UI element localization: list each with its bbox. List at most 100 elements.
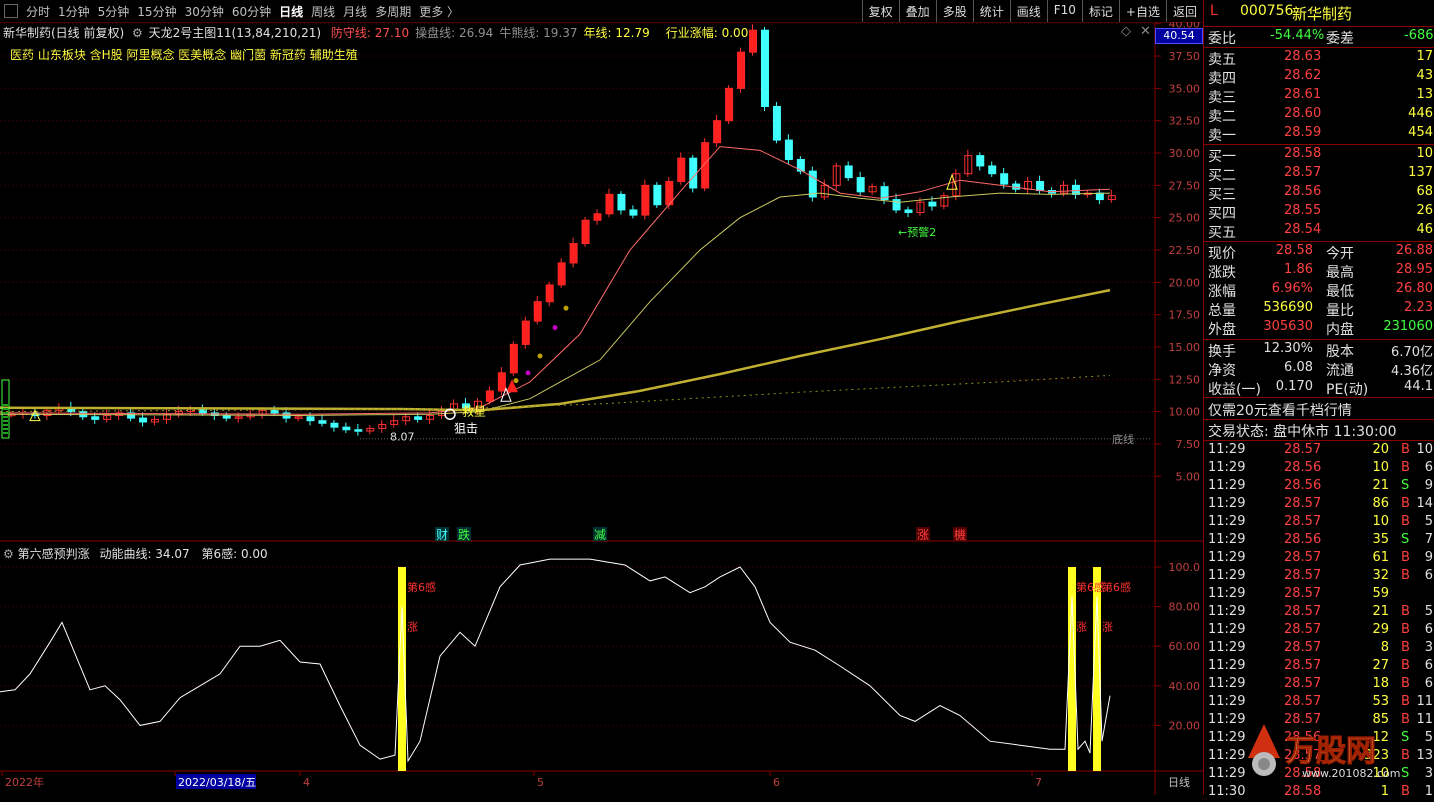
- stat-value: 6.70亿: [1391, 345, 1433, 360]
- watermark: 万股网 www.201082.com: [1244, 722, 1434, 792]
- period-tab[interactable]: 多周期: [371, 3, 415, 20]
- stat-label: 换手: [1208, 344, 1236, 360]
- event-label[interactable]: 减: [594, 528, 606, 542]
- weibi-label: 委比: [1208, 31, 1236, 47]
- bid-row[interactable]: 买五 28.54 46: [1204, 222, 1434, 241]
- gauge-tick: [3, 432, 8, 434]
- candle-down: [354, 429, 363, 432]
- quote-stat-row: 现价 28.58 今开 26.88: [1204, 243, 1434, 262]
- period-tab[interactable]: 分时: [22, 3, 54, 20]
- period-tab[interactable]: 60分钟: [228, 3, 275, 20]
- quote-stat-row: 涨跌 1.86 最高 28.95: [1204, 262, 1434, 281]
- candle-down: [1071, 184, 1080, 195]
- price-tick-label: 22.50: [1169, 244, 1201, 257]
- ask-row[interactable]: 卖五 28.63 17: [1204, 49, 1434, 68]
- tick-volume: 59: [1372, 586, 1389, 601]
- tick-price: 28.57: [1284, 640, 1322, 655]
- tick-price: 28.57: [1284, 604, 1322, 619]
- event-label[interactable]: 機: [954, 527, 966, 542]
- period-tab[interactable]: 月线: [339, 3, 371, 20]
- tick-row: 11:29 28.57 61 B 9: [1204, 550, 1434, 568]
- tick-side: B: [1401, 604, 1410, 619]
- tool-button[interactable]: 复权: [861, 0, 899, 22]
- tick-time: 11:29: [1208, 514, 1246, 529]
- candle-down: [928, 201, 937, 207]
- bid-row[interactable]: 买一 28.58 10: [1204, 146, 1434, 165]
- period-tab[interactable]: 更多 〉: [415, 3, 463, 20]
- tool-button[interactable]: 返回: [1165, 0, 1203, 22]
- stat-value: 6.96%: [1271, 281, 1313, 296]
- ask-row[interactable]: 卖一 28.59 454: [1204, 125, 1434, 144]
- indicator-chart[interactable]: 100.0 80.00 60.00 40.00 20.00 第6感涨 第6感涨 第6感涨: [0, 542, 1203, 772]
- gauge-tick: [3, 412, 8, 414]
- level-label: 买五: [1208, 225, 1236, 241]
- candle-down: [330, 422, 339, 428]
- tool-button[interactable]: F10: [1046, 0, 1082, 22]
- price-tick-label: 5.00: [1176, 470, 1201, 483]
- tick-side: B: [1401, 496, 1410, 511]
- gauge-tick: [3, 404, 8, 406]
- ask-row[interactable]: 卖二 28.60 446: [1204, 106, 1434, 125]
- period-tab[interactable]: 15分钟: [133, 3, 180, 20]
- tick-volume: 35: [1372, 532, 1389, 547]
- tick-row: 11:29 28.56 21 S 9: [1204, 478, 1434, 496]
- tick-side: B: [1401, 622, 1410, 637]
- tick-time: 11:29: [1208, 640, 1246, 655]
- tick-time: 11:29: [1208, 550, 1246, 565]
- ask-row[interactable]: 卖三 28.61 13: [1204, 87, 1434, 106]
- level-volume: 137: [1408, 165, 1433, 180]
- period-tab[interactable]: 1分钟: [54, 3, 94, 20]
- tick-price: 28.57: [1284, 550, 1322, 565]
- event-label[interactable]: 财: [436, 528, 448, 542]
- period-tab[interactable]: 30分钟: [181, 3, 228, 20]
- tick-volume: 20: [1372, 442, 1389, 457]
- level-label: 卖四: [1208, 71, 1236, 87]
- period-tab[interactable]: 5分钟: [94, 3, 134, 20]
- tool-button[interactable]: 统计: [972, 0, 1010, 22]
- tick-price: 28.56: [1284, 478, 1322, 493]
- period-tab[interactable]: 日线: [275, 3, 307, 20]
- date-axis-label: 6: [773, 776, 780, 789]
- tick-count: 6: [1424, 658, 1433, 673]
- checkbox-icon[interactable]: [4, 4, 18, 18]
- tool-button[interactable]: 多股: [935, 0, 973, 22]
- tick-row: 11:29 28.56 10 B 6: [1204, 460, 1434, 478]
- candle-down: [629, 209, 638, 216]
- tool-button[interactable]: 标记: [1081, 0, 1119, 22]
- signal-dot: [525, 370, 531, 376]
- tool-button[interactable]: 画线: [1009, 0, 1047, 22]
- operate-line: [0, 192, 1111, 417]
- price-tick-label: 7.50: [1176, 438, 1201, 451]
- tool-button[interactable]: +自选: [1118, 0, 1166, 22]
- bottom-line-label: 底线: [1112, 432, 1134, 446]
- bid-row[interactable]: 买四 28.55 26: [1204, 203, 1434, 222]
- date-axis-label: 2022/03/18/五: [178, 776, 256, 789]
- tick-count: 6: [1424, 676, 1433, 691]
- stat-value: 6.08: [1284, 360, 1313, 375]
- level-volume: 46: [1416, 222, 1433, 237]
- bid-row[interactable]: 买二 28.57 137: [1204, 165, 1434, 184]
- level-volume: 10: [1416, 146, 1433, 161]
- tick-time: 11:29: [1208, 766, 1246, 781]
- tick-side: B: [1401, 658, 1410, 673]
- candle-down: [617, 193, 626, 211]
- ask-row[interactable]: 卖四 28.62 43: [1204, 68, 1434, 87]
- watermark-logo-icon: [1248, 724, 1280, 776]
- watermark-text: 万股网: [1286, 734, 1377, 770]
- tick-side: B: [1401, 568, 1410, 583]
- candlestick-chart[interactable]: 40.0037.5035.0032.5030.0027.5025.0022.50…: [0, 22, 1203, 542]
- period-tab[interactable]: 周线: [307, 3, 339, 20]
- tick-time: 11:30: [1208, 784, 1246, 799]
- event-label[interactable]: 跌: [458, 527, 470, 542]
- date-axis-label: 2022年: [5, 775, 44, 789]
- price-tick-label: 20.00: [1169, 276, 1201, 289]
- trade-status: 交易状态: 盘中休市 11:30:00: [1208, 424, 1397, 440]
- bid-row[interactable]: 买三 28.56 68: [1204, 184, 1434, 203]
- event-label[interactable]: 涨: [917, 527, 929, 542]
- tool-button[interactable]: 叠加: [898, 0, 936, 22]
- tick-side: B: [1401, 514, 1410, 529]
- level-label: 买一: [1208, 149, 1236, 165]
- price-tick-label: 25.00: [1169, 212, 1201, 225]
- tick-price: 28.57: [1284, 496, 1322, 511]
- promo-link[interactable]: 仅需20元查看千档行情: [1208, 400, 1352, 420]
